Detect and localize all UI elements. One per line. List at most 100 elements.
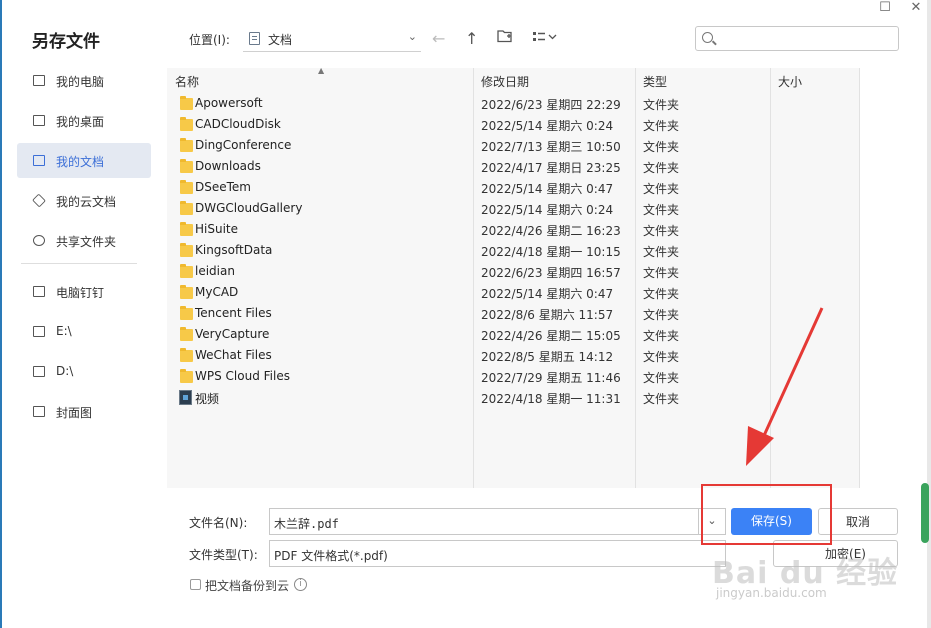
info-icon[interactable]: i <box>294 578 307 591</box>
folder-icon <box>33 366 45 377</box>
table-row[interactable]: Downloads 2022/4/17 星期日 23:25 文件夹 <box>175 156 845 177</box>
modified-date: 2022/4/18 星期一 10:15 <box>481 245 621 259</box>
file-name: CADCloudDisk <box>195 117 281 131</box>
column-separator[interactable] <box>859 68 860 488</box>
location-value: 文档 <box>268 33 293 47</box>
sidebar-item-shared-folder[interactable]: 共享文件夹 <box>17 223 151 258</box>
file-type: 文件夹 <box>643 350 680 364</box>
sidebar-item-label: 电脑钉钉 <box>56 286 105 300</box>
file-type: 文件夹 <box>643 287 680 301</box>
filename-input[interactable]: 木兰辞.pdf ⌄ <box>269 508 726 535</box>
column-header-name[interactable]: 名称 <box>175 73 199 90</box>
file-name: Tencent Files <box>195 306 272 320</box>
close-button[interactable]: ✕ <box>906 0 926 16</box>
table-row[interactable]: Apowersoft 2022/6/23 星期四 22:29 文件夹 <box>175 93 845 114</box>
file-name: MyCAD <box>195 285 239 299</box>
filename-label: 文件名(N): <box>189 516 248 530</box>
file-name: WPS Cloud Files <box>195 369 290 383</box>
sidebar-item-my-desktop[interactable]: 我的桌面 <box>17 103 151 138</box>
filetype-label: 文件类型(T): <box>189 548 258 562</box>
filetype-value: PDF 文件格式(*.pdf) <box>274 549 388 563</box>
search-box[interactable] <box>695 26 899 51</box>
sidebar-item-label: 我的云文档 <box>56 195 117 209</box>
modified-date: 2022/4/26 星期二 16:23 <box>481 224 621 238</box>
sidebar-item-dingtalk[interactable]: 电脑钉钉 <box>17 274 151 309</box>
file-type: 文件夹 <box>643 98 680 112</box>
sidebar-item-my-computer[interactable]: 我的电脑 <box>17 63 151 98</box>
file-type: 文件夹 <box>643 266 680 280</box>
file-name: DSeeTem <box>195 180 251 194</box>
back-arrow-icon[interactable]: ← <box>432 29 445 48</box>
folder-icon <box>180 96 193 110</box>
folder-icon <box>180 243 193 257</box>
sidebar-item-label: 我的电脑 <box>56 75 105 89</box>
file-type: 文件夹 <box>643 371 680 385</box>
modified-date: 2022/4/17 星期日 23:25 <box>481 161 621 175</box>
file-type: 文件夹 <box>643 224 680 238</box>
filetype-select[interactable]: PDF 文件格式(*.pdf) <box>269 540 726 567</box>
sort-ascending-icon: ▲ <box>318 66 325 75</box>
table-row[interactable]: DSeeTem 2022/5/14 星期六 0:47 文件夹 <box>175 177 845 198</box>
file-name: DWGCloudGallery <box>195 201 303 215</box>
sidebar-item-label: 我的桌面 <box>56 115 105 129</box>
file-type: 文件夹 <box>643 119 680 133</box>
file-name: 视频 <box>195 392 220 406</box>
view-mode-icon[interactable] <box>532 29 560 48</box>
table-row[interactable]: DingConference 2022/7/13 星期三 10:50 文件夹 <box>175 135 845 156</box>
table-row[interactable]: leidian 2022/6/23 星期四 16:57 文件夹 <box>175 261 845 282</box>
chevron-down-icon: ⌄ <box>407 30 417 43</box>
modified-date: 2022/5/14 星期六 0:47 <box>481 287 614 301</box>
cloud-docs-icon <box>32 193 46 208</box>
annotation-arrow-icon <box>746 307 824 466</box>
column-header-type[interactable]: 类型 <box>643 73 667 90</box>
modified-date: 2022/8/5 星期五 14:12 <box>481 350 614 364</box>
sidebar-item-label: 共享文件夹 <box>56 235 117 249</box>
file-type: 文件夹 <box>643 140 680 154</box>
modified-date: 2022/4/18 星期一 11:31 <box>481 392 621 406</box>
column-header-date[interactable]: 修改日期 <box>481 73 529 90</box>
filename-value: 木兰辞.pdf <box>274 517 339 531</box>
folder-icon <box>180 348 193 362</box>
maximize-button[interactable]: ☐ <box>875 0 895 16</box>
table-row[interactable]: KingsoftData 2022/4/18 星期一 10:15 文件夹 <box>175 240 845 261</box>
documents-icon <box>33 155 45 166</box>
modified-date: 2022/5/14 星期六 0:24 <box>481 203 614 217</box>
folder-icon <box>180 180 193 194</box>
sidebar-item-label: E:\ <box>56 324 72 338</box>
table-row[interactable]: HiSuite 2022/4/26 星期二 16:23 文件夹 <box>175 219 845 240</box>
up-arrow-icon[interactable]: ↑ <box>465 29 478 48</box>
table-row[interactable]: CADCloudDisk 2022/5/14 星期六 0:24 文件夹 <box>175 114 845 135</box>
new-folder-icon[interactable] <box>497 28 513 47</box>
file-name: VeryCapture <box>195 327 270 341</box>
folder-icon <box>33 406 45 417</box>
modified-date: 2022/6/23 星期四 22:29 <box>481 98 621 112</box>
sidebar-item-my-cloud-docs[interactable]: 我的云文档 <box>17 183 151 218</box>
file-name: Apowersoft <box>195 96 263 110</box>
sidebar-item-drive-d[interactable]: D:\ <box>17 354 151 389</box>
sidebar-item-label: 我的文档 <box>56 155 105 169</box>
folder-icon <box>33 326 45 337</box>
file-name: leidian <box>195 264 235 278</box>
annotation-highlight-box <box>701 484 832 545</box>
file-type: 文件夹 <box>643 203 680 217</box>
table-row[interactable]: DWGCloudGallery 2022/5/14 星期六 0:24 文件夹 <box>175 198 845 219</box>
folder-icon <box>180 306 193 320</box>
sidebar-item-my-documents[interactable]: 我的文档 <box>17 143 151 178</box>
backup-checkbox[interactable] <box>190 579 201 590</box>
search-input[interactable] <box>718 30 893 48</box>
sidebar: 我的电脑 我的桌面 我的文档 我的云文档 共享文件夹 电脑钉钉 E:\ D:\ … <box>17 63 151 434</box>
share-icon <box>33 235 45 246</box>
location-select[interactable]: 文档 ⌄ <box>243 26 421 52</box>
sidebar-item-drive-e[interactable]: E:\ <box>17 314 151 349</box>
scrollbar-thumb[interactable] <box>921 483 929 543</box>
file-name: WeChat Files <box>195 348 272 362</box>
sidebar-item-cover-images[interactable]: 封面图 <box>17 394 151 429</box>
file-name: KingsoftData <box>195 243 273 257</box>
modified-date: 2022/5/14 星期六 0:24 <box>481 119 614 133</box>
watermark-url: jingyan.baidu.com <box>716 586 827 600</box>
file-type: 文件夹 <box>643 182 680 196</box>
modified-date: 2022/6/23 星期四 16:57 <box>481 266 621 280</box>
column-header-size[interactable]: 大小 <box>778 73 802 90</box>
modified-date: 2022/5/14 星期六 0:47 <box>481 182 614 196</box>
video-folder-icon <box>179 390 192 405</box>
